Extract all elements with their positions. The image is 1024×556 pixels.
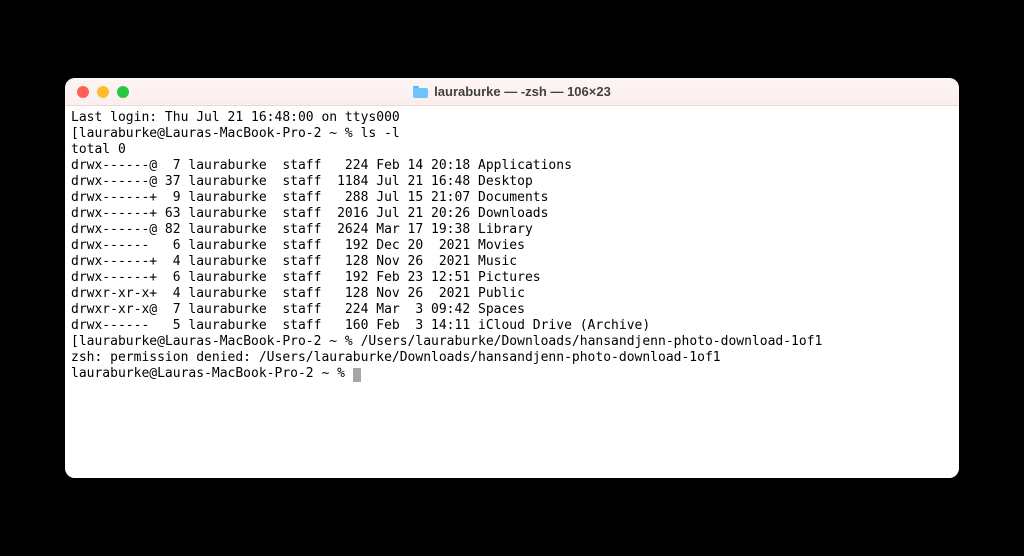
zoom-button[interactable]	[117, 86, 129, 98]
listing-row: drwx------@ 82 lauraburke staff 2624 Mar…	[71, 222, 953, 238]
prompt-1: lauraburke@Lauras-MacBook-Pro-2 ~ %	[79, 126, 361, 141]
listing-row: drwx------ 5 lauraburke staff 160 Feb 3 …	[71, 318, 953, 334]
titlebar[interactable]: lauraburke — -zsh — 106×23	[65, 78, 959, 106]
listing-row: drwx------+ 9 lauraburke staff 288 Jul 1…	[71, 190, 953, 206]
terminal-window: lauraburke — -zsh — 106×23 Last login: T…	[65, 78, 959, 478]
last-login-line: Last login: Thu Jul 21 16:48:00 on ttys0…	[71, 110, 953, 126]
prompt-line-2: [lauraburke@Lauras-MacBook-Pro-2 ~ % /Us…	[71, 334, 953, 350]
listing-row: drwx------+ 4 lauraburke staff 128 Nov 2…	[71, 254, 953, 270]
terminal-output[interactable]: Last login: Thu Jul 21 16:48:00 on ttys0…	[65, 106, 959, 478]
minimize-button[interactable]	[97, 86, 109, 98]
listing-row: drwx------@ 7 lauraburke staff 224 Feb 1…	[71, 158, 953, 174]
traffic-lights	[77, 86, 129, 98]
close-button[interactable]	[77, 86, 89, 98]
total-line: total 0	[71, 142, 953, 158]
listing-row: drwx------@ 37 lauraburke staff 1184 Jul…	[71, 174, 953, 190]
prompt-2: lauraburke@Lauras-MacBook-Pro-2 ~ %	[79, 334, 361, 349]
prompt-line-3: lauraburke@Lauras-MacBook-Pro-2 ~ %	[71, 366, 953, 382]
window-title: lauraburke — -zsh — 106×23	[65, 84, 959, 99]
error-line: zsh: permission denied: /Users/lauraburk…	[71, 350, 953, 366]
listing-row: drwx------+ 6 lauraburke staff 192 Feb 2…	[71, 270, 953, 286]
listing-row: drwxr-xr-x@ 7 lauraburke staff 224 Mar 3…	[71, 302, 953, 318]
prompt-3: lauraburke@Lauras-MacBook-Pro-2 ~ %	[71, 366, 353, 381]
prompt-line-1: [lauraburke@Lauras-MacBook-Pro-2 ~ % ls …	[71, 126, 953, 142]
window-title-text: lauraburke — -zsh — 106×23	[434, 84, 611, 99]
command-1: ls -l	[361, 126, 400, 141]
command-2: /Users/lauraburke/Downloads/hansandjenn-…	[361, 334, 823, 349]
listing-row: drwxr-xr-x+ 4 lauraburke staff 128 Nov 2…	[71, 286, 953, 302]
folder-icon	[413, 86, 428, 98]
listing-row: drwx------ 6 lauraburke staff 192 Dec 20…	[71, 238, 953, 254]
listing-row: drwx------+ 63 lauraburke staff 2016 Jul…	[71, 206, 953, 222]
cursor	[353, 368, 361, 382]
